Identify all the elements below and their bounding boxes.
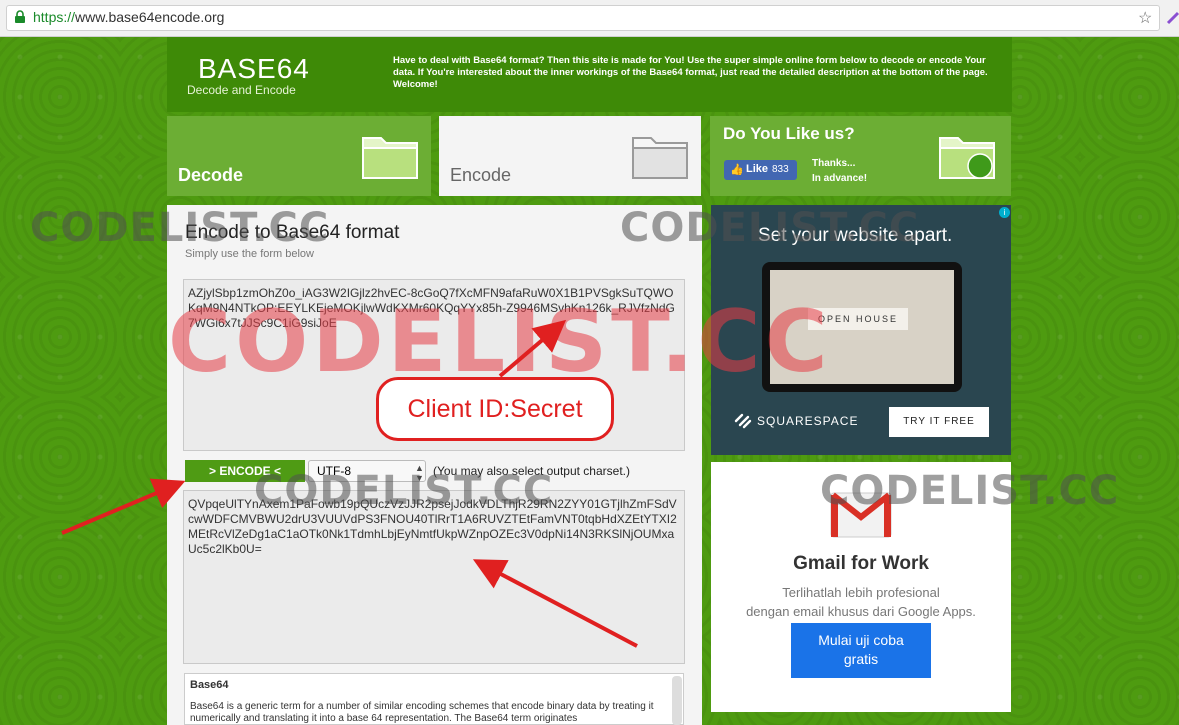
url-text[interactable]: https://www.base64encode.org — [33, 9, 224, 25]
folder-icon — [362, 137, 418, 179]
extension-icon[interactable] — [1165, 10, 1179, 26]
lock-icon — [15, 10, 25, 23]
url-host: www.base64encode.org — [75, 9, 225, 25]
thanks-line2: In advance! — [812, 173, 868, 184]
thanks-line1: Thanks... — [812, 158, 856, 169]
ad-info-icon[interactable]: i — [999, 207, 1010, 218]
gmail-desc-line1: Terlihatlah lebih profesional — [782, 585, 940, 600]
output-textarea[interactable]: QVpqeUlTYnAxem1PaFowb19pQUczVzJJR2psejJo… — [183, 490, 685, 664]
gmail-ad-description: Terlihatlah lebih profesional dengan ema… — [711, 583, 1011, 621]
squarespace-logo-icon — [734, 413, 752, 429]
tab-encode-label: Encode — [450, 165, 512, 185]
globe-folder-icon — [939, 137, 995, 179]
thumbs-up-icon: 👍 — [730, 164, 744, 176]
info-text: Base64 is a generic term for a number of… — [190, 701, 654, 724]
logo-subtitle: Decode and Encode — [187, 83, 296, 97]
watermark: CODELIST.CC — [820, 468, 1120, 514]
try-it-free-button[interactable]: TRY IT FREE — [889, 407, 989, 437]
gmail-ad-title: Gmail for Work — [793, 553, 929, 574]
fb-like-label: Like — [746, 163, 769, 175]
thanks-text: Thanks... In advance! — [812, 156, 867, 186]
tab-encode[interactable]: Encode — [439, 116, 701, 196]
facebook-like-button[interactable]: 👍 Like 833 — [724, 160, 797, 180]
gmail-desc-line2: dengan email khusus dari Google Apps. — [746, 604, 976, 619]
info-scrollbar[interactable] — [672, 676, 682, 725]
fb-like-count: 833 — [772, 164, 789, 175]
folder-icon — [632, 137, 688, 179]
watermark: CODELIST.CC — [620, 205, 920, 251]
start-trial-button[interactable]: Mulai uji coba gratis — [791, 623, 931, 678]
tab-decode[interactable]: Decode — [167, 116, 431, 196]
url-scheme: https:// — [33, 9, 76, 25]
info-title: Base64 — [190, 679, 229, 691]
logo-title[interactable]: BASE64 — [198, 53, 310, 85]
watermark: CODELIST.CC — [30, 205, 330, 251]
bookmark-star-icon[interactable]: ☆ — [1138, 8, 1152, 28]
tab-decode-label: Decode — [178, 165, 244, 185]
intro-text: Have to deal with Base64 format? Then th… — [393, 55, 988, 90]
watermark: CODELIST.CC — [254, 468, 554, 514]
cta-line1: Mulai uji coba — [818, 632, 904, 648]
like-title: Do You Like us? — [723, 124, 855, 143]
squarespace-brand: SQUARESPACE — [757, 414, 859, 428]
cta-line2: gratis — [843, 651, 879, 667]
client-id-callout: Client ID:Secret — [376, 377, 614, 441]
